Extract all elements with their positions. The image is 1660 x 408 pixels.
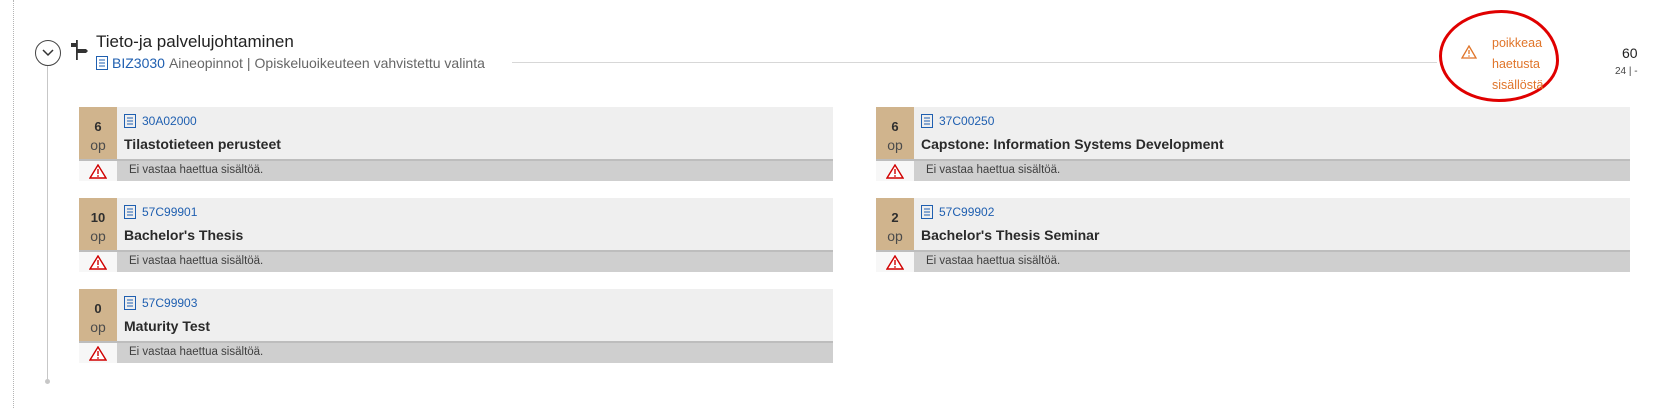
module-subtitle: BIZ3030 Aineopinnot | Opiskeluoikeuteen … xyxy=(96,55,485,71)
document-icon xyxy=(124,114,136,128)
module-warning-line: poikkeaa xyxy=(1492,36,1543,50)
chevron-down-icon xyxy=(42,49,54,57)
course-card[interactable]: 10 op 57C99901 Bachelor's Thesis Ei vast… xyxy=(79,198,833,272)
course-warning-text: Ei vastaa haettua sisältöä. xyxy=(926,164,1061,176)
course-header: 57C99903 xyxy=(124,296,197,310)
page-left-border xyxy=(13,0,14,408)
course-code-link[interactable]: 30A02000 xyxy=(142,114,197,128)
module-credits-sub: 24 | - xyxy=(1615,66,1638,77)
course-code-link[interactable]: 57C99903 xyxy=(142,296,197,310)
course-warning-text: Ei vastaa haettua sisältöä. xyxy=(926,255,1061,267)
warning-triangle-icon xyxy=(89,254,107,270)
credits-unit: op xyxy=(90,319,106,335)
course-card[interactable]: 6 op 37C00250 Capstone: Information Syst… xyxy=(876,107,1630,181)
timeline-line xyxy=(47,62,48,382)
warning-triangle-icon xyxy=(886,163,904,179)
document-icon xyxy=(921,114,933,128)
course-warning-row: Ei vastaa haettua sisältöä. xyxy=(876,250,1630,272)
module-warning-line: sisällöstä xyxy=(1492,78,1544,92)
course-warning-text: Ei vastaa haettua sisältöä. xyxy=(129,346,264,358)
course-code-link[interactable]: 57C99901 xyxy=(142,205,197,219)
module-separator: | xyxy=(246,55,251,71)
credits-unit: op xyxy=(887,137,903,153)
course-card[interactable]: 2 op 57C99902 Bachelor's Thesis Seminar … xyxy=(876,198,1630,272)
document-icon xyxy=(124,205,136,219)
credits-unit: op xyxy=(90,228,106,244)
course-name: Capstone: Information Systems Developmen… xyxy=(921,136,1224,152)
credits-value: 10 xyxy=(90,210,106,225)
module-status: Opiskeluoikeuteen vahvistettu valinta xyxy=(254,55,485,71)
course-header: 57C99901 xyxy=(124,205,197,219)
credits-value: 0 xyxy=(94,301,102,316)
collapse-toggle-button[interactable] xyxy=(35,40,61,66)
module-title: Tieto-ja palvelujohtaminen xyxy=(96,32,294,51)
module-warning-line: haetusta xyxy=(1492,57,1540,71)
course-warning-row: Ei vastaa haettua sisältöä. xyxy=(79,250,833,272)
warning-triangle-icon xyxy=(89,163,107,179)
warning-icon-cell xyxy=(79,343,117,363)
warning-triangle-icon xyxy=(1461,45,1477,59)
signpost-icon xyxy=(71,40,88,60)
course-name: Bachelor's Thesis xyxy=(124,227,244,243)
course-warning-text: Ei vastaa haettua sisältöä. xyxy=(129,255,264,267)
course-header: 37C00250 xyxy=(921,114,994,128)
credits-value: 6 xyxy=(94,119,102,134)
warning-icon-cell xyxy=(79,161,117,181)
module-credits-total: 60 xyxy=(1622,45,1638,61)
document-icon xyxy=(96,56,108,70)
timeline-end-dot xyxy=(45,379,50,384)
credits-unit: op xyxy=(90,137,106,153)
course-card[interactable]: 0 op 57C99903 Maturity Test Ei vastaa ha… xyxy=(79,289,833,363)
course-name: Maturity Test xyxy=(124,318,211,334)
highlight-circle: poikkeaa haetusta sisällöstä xyxy=(1439,10,1559,102)
course-warning-row: Ei vastaa haettua sisältöä. xyxy=(876,159,1630,181)
course-code-link[interactable]: 37C00250 xyxy=(939,114,994,128)
credits-value: 6 xyxy=(891,119,899,134)
warning-triangle-icon xyxy=(89,345,107,361)
course-warning-row: Ei vastaa haettua sisältöä. xyxy=(79,341,833,363)
course-header: 30A02000 xyxy=(124,114,197,128)
module-divider xyxy=(512,62,1437,63)
module-type: Aineopinnot xyxy=(168,55,243,71)
course-name: Bachelor's Thesis Seminar xyxy=(921,227,1100,243)
course-code-link[interactable]: 57C99902 xyxy=(939,205,994,219)
warning-icon-cell xyxy=(79,252,117,272)
credits-unit: op xyxy=(887,228,903,244)
warning-icon-cell xyxy=(876,252,914,272)
course-warning-row: Ei vastaa haettua sisältöä. xyxy=(79,159,833,181)
course-name: Tilastotieteen perusteet xyxy=(124,136,281,152)
credits-value: 2 xyxy=(891,210,899,225)
warning-icon-cell xyxy=(876,161,914,181)
course-header: 57C99902 xyxy=(921,205,994,219)
module-code-link[interactable]: BIZ3030 xyxy=(112,55,165,71)
warning-triangle-icon xyxy=(886,254,904,270)
course-warning-text: Ei vastaa haettua sisältöä. xyxy=(129,164,264,176)
document-icon xyxy=(124,296,136,310)
document-icon xyxy=(921,205,933,219)
module-warning-text: poikkeaa haetusta sisällöstä xyxy=(1492,33,1543,96)
course-card[interactable]: 6 op 30A02000 Tilastotieteen perusteet E… xyxy=(79,107,833,181)
